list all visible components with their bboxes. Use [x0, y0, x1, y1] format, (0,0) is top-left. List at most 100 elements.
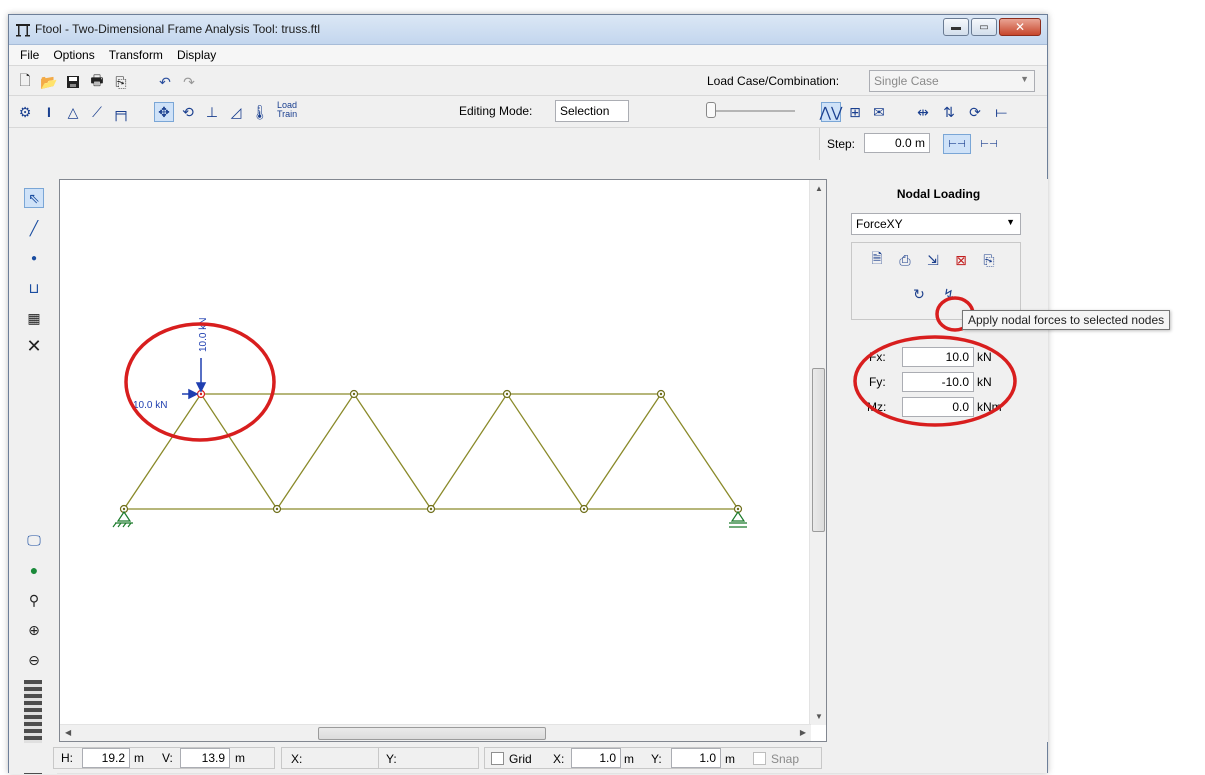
- grid-label: Grid: [509, 752, 532, 766]
- horizontal-scrollbar[interactable]: ◀ ▶: [60, 724, 811, 741]
- snap-label: Snap: [771, 752, 800, 766]
- draw-member-icon[interactable]: ╱: [24, 218, 44, 238]
- nodal-moment-icon[interactable]: ⟲: [178, 102, 198, 122]
- load-case-label: Load Case/Combination:: [707, 74, 840, 88]
- section-icon[interactable]: I: [39, 102, 59, 122]
- grid-y-field[interactable]: 1.0: [671, 748, 721, 768]
- menu-display[interactable]: Display: [170, 48, 223, 62]
- dimension-icon[interactable]: ⊔: [24, 278, 44, 298]
- window-title: Ftool - Two-Dimensional Frame Analysis T…: [35, 22, 320, 36]
- title-bar[interactable]: Ftool - Two-Dimensional Frame Analysis T…: [9, 15, 1047, 45]
- menu-bar: File Options Transform Display: [9, 45, 1047, 65]
- standard-toolbar: 🗋 📂 🖶 ⎘ ↶ ↷ Load Case/Combination: Singl…: [9, 65, 1047, 95]
- copy-icon[interactable]: ⎘: [111, 72, 131, 92]
- left-toolbar: ⇖ ╱ ● ⊔ ▦ ✕ 🖵 ● ⚲ ⊕ ⊖: [9, 160, 57, 774]
- load-case-select[interactable]: Single Case ▼: [869, 70, 1035, 92]
- new-file-icon[interactable]: 🗋: [15, 72, 35, 92]
- diagram-icon[interactable]: ⋀⋁: [820, 102, 842, 122]
- select-cursor-icon[interactable]: ⇖: [24, 188, 44, 208]
- load-train-button[interactable]: Load Train: [277, 101, 299, 119]
- maximize-button[interactable]: ▭: [971, 18, 997, 36]
- y-coord-label: Y:: [386, 752, 397, 766]
- copy-load-icon[interactable]: ⎘: [980, 251, 998, 269]
- view-size-group: H: 19.2 m V: 13.9 m: [53, 747, 275, 769]
- uniform-load-icon[interactable]: ⊥: [202, 102, 222, 122]
- tooltip-apply-nodal-forces: Apply nodal forces to selected nodes: [962, 310, 1171, 330]
- material-icon[interactable]: ⚙: [15, 102, 35, 122]
- globe-icon[interactable]: ●: [24, 560, 44, 580]
- step-ruler-fine-icon[interactable]: ⊢⊣: [975, 134, 1003, 154]
- grid-x-unit: m: [624, 752, 634, 766]
- load-type-value: ForceXY: [856, 217, 903, 231]
- zoom-in-icon[interactable]: ⊕: [24, 620, 44, 640]
- linear-load-icon[interactable]: ◿: [226, 102, 246, 122]
- zoom-icon[interactable]: ⚲: [24, 590, 44, 610]
- scroll-left-icon[interactable]: ◀: [65, 728, 71, 737]
- grid-y-unit: m: [725, 752, 735, 766]
- spring-icon[interactable]: ⟋: [87, 102, 107, 122]
- scale-slider-thumb[interactable]: [706, 102, 716, 118]
- scroll-right-icon[interactable]: ▶: [800, 728, 806, 737]
- menu-options[interactable]: Options: [46, 48, 101, 62]
- fit-screen-icon[interactable]: 🖵: [24, 530, 44, 550]
- editing-mode-field[interactable]: Selection: [555, 100, 629, 122]
- v-field[interactable]: 13.9: [180, 748, 230, 768]
- hinge-icon[interactable]: ╒╕: [111, 102, 131, 122]
- grid-checkbox[interactable]: [491, 751, 504, 766]
- menu-file[interactable]: File: [13, 48, 46, 62]
- new-load-icon[interactable]: 🗎: [868, 250, 886, 269]
- redo-icon[interactable]: ↷: [179, 72, 199, 92]
- delete-load-icon[interactable]: ⊠: [952, 251, 970, 269]
- nodal-load-icon[interactable]: ✥: [154, 102, 174, 122]
- load-type-select[interactable]: ForceXY ▼: [851, 213, 1021, 235]
- grid-x-field[interactable]: 1.0: [571, 748, 621, 768]
- horizontal-scroll-thumb[interactable]: [318, 727, 546, 740]
- grid-hatch-icon[interactable]: ▦: [24, 308, 44, 328]
- diagonals: [123, 392, 739, 511]
- step-field[interactable]: 0.0 m: [864, 133, 930, 153]
- zoom-out-icon[interactable]: ⊖: [24, 650, 44, 670]
- result-icon[interactable]: ⊞: [845, 102, 865, 122]
- h-label: H:: [61, 751, 73, 765]
- bending-moment-icon[interactable]: ⟳: [965, 102, 985, 122]
- save-load-icon[interactable]: ⎙: [896, 251, 914, 269]
- app-window: Ftool - Two-Dimensional Frame Analysis T…: [8, 14, 1048, 774]
- snap-checkbox[interactable]: [753, 751, 766, 766]
- cursor-coords-group: X: Y:: [281, 747, 479, 769]
- get-nodal-forces-icon[interactable]: ↻: [910, 285, 928, 303]
- insert-node-icon[interactable]: ●: [24, 248, 44, 268]
- step-ruler-icon[interactable]: ⊢⊣: [943, 134, 971, 154]
- open-folder-icon[interactable]: 📂: [39, 72, 59, 92]
- print-icon[interactable]: 🖶: [87, 72, 107, 92]
- shear-force-icon[interactable]: ⇅: [939, 102, 959, 122]
- envelope-icon[interactable]: ✉: [869, 102, 889, 122]
- horizontal-load-label: 10.0 kN: [133, 400, 167, 411]
- chevron-down-icon: ▼: [1020, 74, 1029, 84]
- vertical-scroll-thumb[interactable]: [812, 368, 825, 532]
- import-load-icon[interactable]: ⇲: [924, 251, 942, 269]
- panel-title: Nodal Loading: [896, 187, 981, 201]
- delete-icon[interactable]: ✕: [24, 336, 44, 356]
- load-case-value: Single Case: [874, 74, 939, 88]
- scale-slider-track[interactable]: [709, 110, 795, 112]
- minimize-button[interactable]: ▬: [943, 18, 969, 36]
- x-coord-label: X:: [291, 752, 303, 766]
- step-toolbar: Step: 0.0 m ⊢⊣ ⊢⊣: [9, 127, 1047, 160]
- support-icon[interactable]: △: [63, 102, 83, 122]
- menu-transform[interactable]: Transform: [102, 48, 170, 62]
- save-icon[interactable]: [63, 72, 83, 92]
- undo-icon[interactable]: ↶: [155, 72, 175, 92]
- scroll-up-icon[interactable]: ▲: [815, 184, 823, 193]
- scroll-down-icon[interactable]: ▼: [815, 712, 823, 721]
- drawing-canvas[interactable]: 10.0 kN 10.0 kN ▲ ▼ ◀ ▶: [59, 179, 827, 742]
- close-button[interactable]: ✕: [999, 18, 1041, 36]
- grid-x-label: X:: [553, 752, 565, 766]
- h-field[interactable]: 19.2: [82, 748, 130, 768]
- axial-force-icon[interactable]: ⇹: [913, 102, 933, 122]
- h-unit: m: [134, 751, 144, 765]
- v-unit: m: [235, 751, 245, 765]
- thermal-load-icon[interactable]: 🌡: [250, 102, 270, 122]
- truss-drawing: 10.0 kN 10.0 kN: [112, 318, 747, 528]
- vertical-scrollbar[interactable]: ▲ ▼: [809, 180, 826, 725]
- deformed-icon[interactable]: ⟝: [991, 102, 1011, 122]
